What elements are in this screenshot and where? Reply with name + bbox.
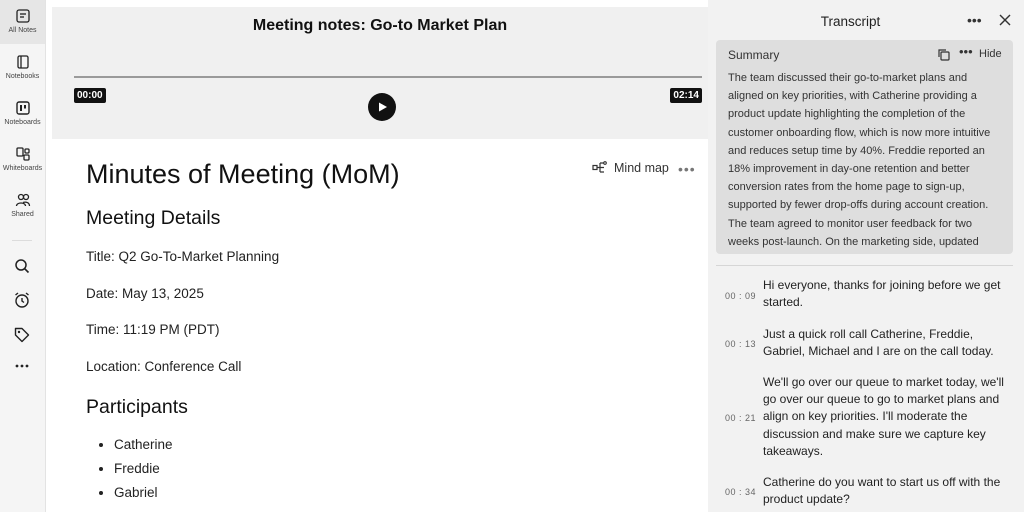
sidebar-item-whiteboards[interactable]: Whiteboards: [0, 138, 45, 182]
transcript-timestamp: 00 : 34: [725, 487, 757, 497]
alarm-clock-icon[interactable]: [13, 291, 31, 309]
recording-title: Meeting notes: Go-to Market Plan: [252, 17, 508, 34]
transcript-timestamp: 00 : 21: [725, 413, 757, 423]
transcript-text: Catherine do you want to start us off wi…: [763, 475, 1001, 507]
list-item: Catherine: [114, 435, 173, 459]
sidebar-item-notebooks[interactable]: Notebooks: [0, 46, 45, 90]
participants-list: Catherine Freddie Gabriel: [102, 435, 173, 507]
meeting-title-line: Title: Q2 Go-To-Market Planning: [86, 249, 280, 264]
meeting-location-line: Location: Conference Call: [86, 359, 242, 374]
progress-track[interactable]: [74, 76, 702, 78]
close-icon[interactable]: [998, 13, 1012, 27]
meeting-details-heading: Meeting Details: [86, 207, 221, 229]
sidebar-item-label: All Notes: [8, 27, 37, 34]
transcript-text: Hi everyone, thanks for joining before w…: [763, 278, 1001, 310]
sidebar-item-label: Notebooks: [5, 73, 40, 80]
meeting-date-line: Date: May 13, 2025: [86, 286, 204, 301]
meeting-time-line: Time: 11:19 PM (PDT): [86, 322, 220, 337]
sidebar-divider: [12, 240, 32, 241]
left-sidebar: All Notes Notebooks Noteboards Whiteboar…: [0, 0, 46, 512]
copy-icon[interactable]: [937, 48, 951, 62]
mind-map-button[interactable]: Mind map: [592, 161, 669, 175]
sidebar-item-label: Noteboards: [4, 119, 41, 126]
transcript-timestamp: 00 : 09: [725, 291, 757, 301]
play-icon: [379, 102, 387, 112]
more-options-icon[interactable]: •••: [678, 161, 696, 177]
search-icon[interactable]: [13, 257, 31, 275]
shared-users-icon: [15, 193, 30, 207]
transcript-text: Just a quick roll call Catherine, Freddi…: [763, 327, 994, 359]
summary-text: The team discussed their go-to-market pl…: [728, 72, 991, 248]
panel-title: Transcript: [820, 14, 881, 29]
mind-map-icon: [592, 161, 607, 173]
duration-time: 02:14: [670, 88, 702, 103]
sidebar-item-noteboards[interactable]: Noteboards: [0, 92, 45, 136]
transcript-timestamp: 00 : 13: [725, 339, 757, 349]
sidebar-item-label: Shared: [11, 211, 34, 218]
sidebar-item-label: Whiteboards: [2, 165, 43, 172]
page-title: Minutes of Meeting (MoM): [86, 159, 400, 189]
notebook-icon: [16, 55, 29, 69]
noteboard-icon: [15, 101, 30, 115]
transcript-text: We'll go over our queue to market today,…: [763, 375, 1004, 458]
current-time: 00:00: [74, 88, 106, 103]
sidebar-item-all-notes[interactable]: All Notes: [0, 0, 45, 44]
tag-icon[interactable]: [13, 326, 31, 344]
mind-map-label: Mind map: [614, 161, 669, 175]
whiteboard-icon: [15, 147, 30, 161]
transcript-panel: Transcript ••• Summary ••• Hide The team…: [708, 0, 1024, 512]
more-icon[interactable]: [13, 357, 31, 375]
panel-divider: [716, 265, 1013, 266]
summary-label: Summary: [728, 48, 780, 62]
list-item: Freddie: [114, 459, 173, 483]
audio-player: Meeting notes: Go-to Market Plan 00:00 0…: [52, 7, 708, 139]
more-options-icon[interactable]: •••: [967, 12, 982, 28]
summary-more-icon[interactable]: •••: [959, 44, 973, 59]
hide-summary-button[interactable]: Hide: [979, 48, 1002, 60]
participants-heading: Participants: [86, 396, 188, 418]
all-notes-icon: [15, 9, 30, 23]
summary-card: Summary ••• Hide The team discussed thei…: [716, 40, 1013, 254]
list-item: Gabriel: [114, 483, 173, 507]
play-button[interactable]: [368, 93, 396, 121]
notes-document: Minutes of Meeting (MoM) Mind map ••• Me…: [52, 139, 708, 512]
sidebar-item-shared[interactable]: Shared: [0, 184, 45, 228]
